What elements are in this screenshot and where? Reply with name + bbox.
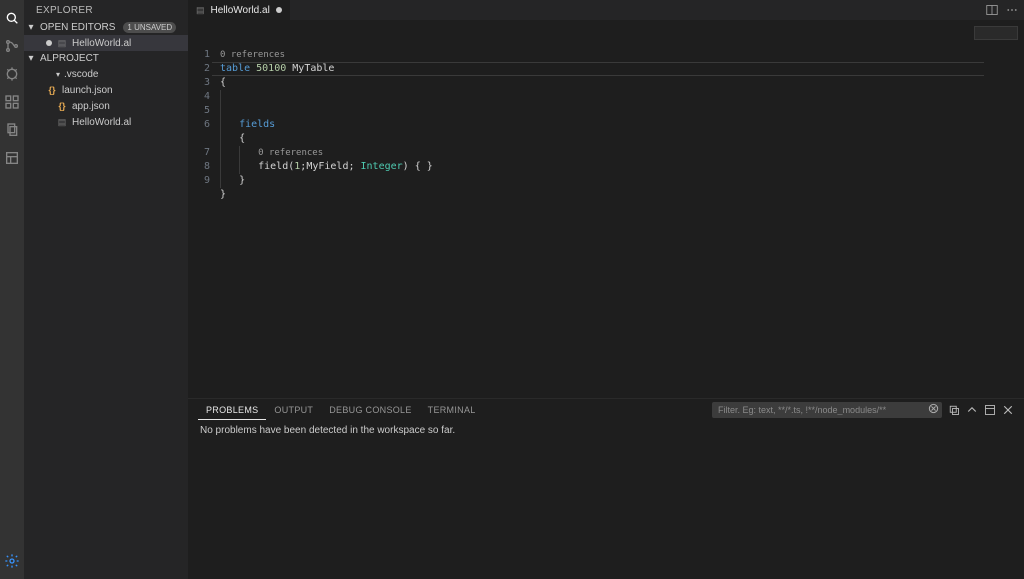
file-name: launch.json: [62, 85, 113, 96]
tree-folder-vscode[interactable]: ▾ .vscode: [24, 66, 188, 82]
panel-tab-debugconsole[interactable]: DEBUG CONSOLE: [321, 401, 419, 419]
al-file-icon: ▤: [56, 116, 68, 128]
activity-debug-icon[interactable]: [0, 60, 24, 88]
editor-actions: [986, 0, 1024, 20]
al-file-icon: ▤: [56, 37, 68, 49]
chevron-down-icon: ▾: [26, 53, 36, 64]
panel-tab-terminal[interactable]: TERMINAL: [420, 401, 484, 419]
codelens[interactable]: 0 references: [258, 148, 323, 158]
al-file-icon: ▤: [196, 5, 205, 16]
panel-tab-output[interactable]: OUTPUT: [266, 401, 321, 419]
folder-name: .vscode: [64, 69, 98, 80]
collapse-all-icon[interactable]: [948, 404, 960, 416]
modified-dot-icon: [46, 40, 52, 46]
settings-gear-icon[interactable]: [0, 547, 24, 575]
tree-file-helloworld[interactable]: ▤ HelloWorld.al: [24, 114, 188, 130]
open-editor-item[interactable]: ▤ HelloWorld.al: [24, 35, 188, 51]
file-name: app.json: [72, 101, 110, 112]
open-editors-header[interactable]: ▾ OPEN EDITORS 1 UNSAVED: [24, 20, 188, 35]
open-editors-label: OPEN EDITORS: [40, 22, 115, 33]
line-gutter: 1 2 3 4 5 6 7 8 9: [188, 20, 216, 398]
tree-file-appjson[interactable]: {} app.json: [24, 98, 188, 114]
codelens[interactable]: 0 references: [220, 50, 285, 60]
json-file-icon: {}: [56, 100, 68, 112]
tab-helloworld[interactable]: ▤ HelloWorld.al: [188, 0, 290, 20]
tab-bar: ▤ HelloWorld.al: [188, 0, 1024, 20]
tree-file-launchjson[interactable]: {} launch.json: [24, 82, 188, 98]
code-area[interactable]: 0 references table 50100 MyTable { field…: [216, 20, 1024, 398]
file-name: HelloWorld.al: [72, 117, 131, 128]
activity-extensions-icon[interactable]: [0, 88, 24, 116]
activity-explorer-icon[interactable]: [0, 4, 24, 32]
panel-tab-problems[interactable]: PROBLEMS: [198, 401, 266, 420]
filter-wrap: [712, 402, 942, 418]
open-editor-filename: HelloWorld.al: [72, 38, 131, 49]
chevron-down-icon: ▾: [26, 22, 36, 33]
tab-label: HelloWorld.al: [211, 5, 270, 16]
panel-up-icon[interactable]: [966, 404, 978, 416]
chevron-down-icon: ▾: [56, 70, 60, 79]
project-header[interactable]: ▾ ALPROJECT: [24, 51, 188, 66]
editor-group: ▤ HelloWorld.al 1 2 3 4 5 6 7 8: [188, 0, 1024, 579]
activity-bar: [0, 0, 24, 579]
problems-message: No problems have been detected in the wo…: [188, 421, 1024, 579]
activity-scm-icon[interactable]: [0, 32, 24, 60]
more-icon[interactable]: [1006, 4, 1018, 16]
activity-files-icon[interactable]: [0, 116, 24, 144]
bottom-panel: PROBLEMS OUTPUT DEBUG CONSOLE TERMINAL: [188, 398, 1024, 579]
panel-maximize-icon[interactable]: [984, 404, 996, 416]
project-label: ALPROJECT: [40, 53, 99, 64]
modified-dot-icon: [276, 7, 282, 13]
filter-clear-icon[interactable]: [928, 403, 939, 417]
editor[interactable]: 1 2 3 4 5 6 7 8 9 0 references table 501…: [188, 20, 1024, 398]
panel-tabs: PROBLEMS OUTPUT DEBUG CONSOLE TERMINAL: [188, 399, 1024, 421]
activity-outline-icon[interactable]: [0, 144, 24, 172]
sidebar-title: EXPLORER: [24, 0, 188, 20]
problems-filter-input[interactable]: [712, 402, 942, 418]
json-file-icon: {}: [46, 84, 58, 96]
panel-close-icon[interactable]: [1002, 404, 1014, 416]
split-editor-icon[interactable]: [986, 4, 998, 16]
unsaved-badge: 1 UNSAVED: [123, 22, 176, 33]
sidebar-explorer: EXPLORER ▾ OPEN EDITORS 1 UNSAVED ▤ Hell…: [24, 0, 188, 579]
